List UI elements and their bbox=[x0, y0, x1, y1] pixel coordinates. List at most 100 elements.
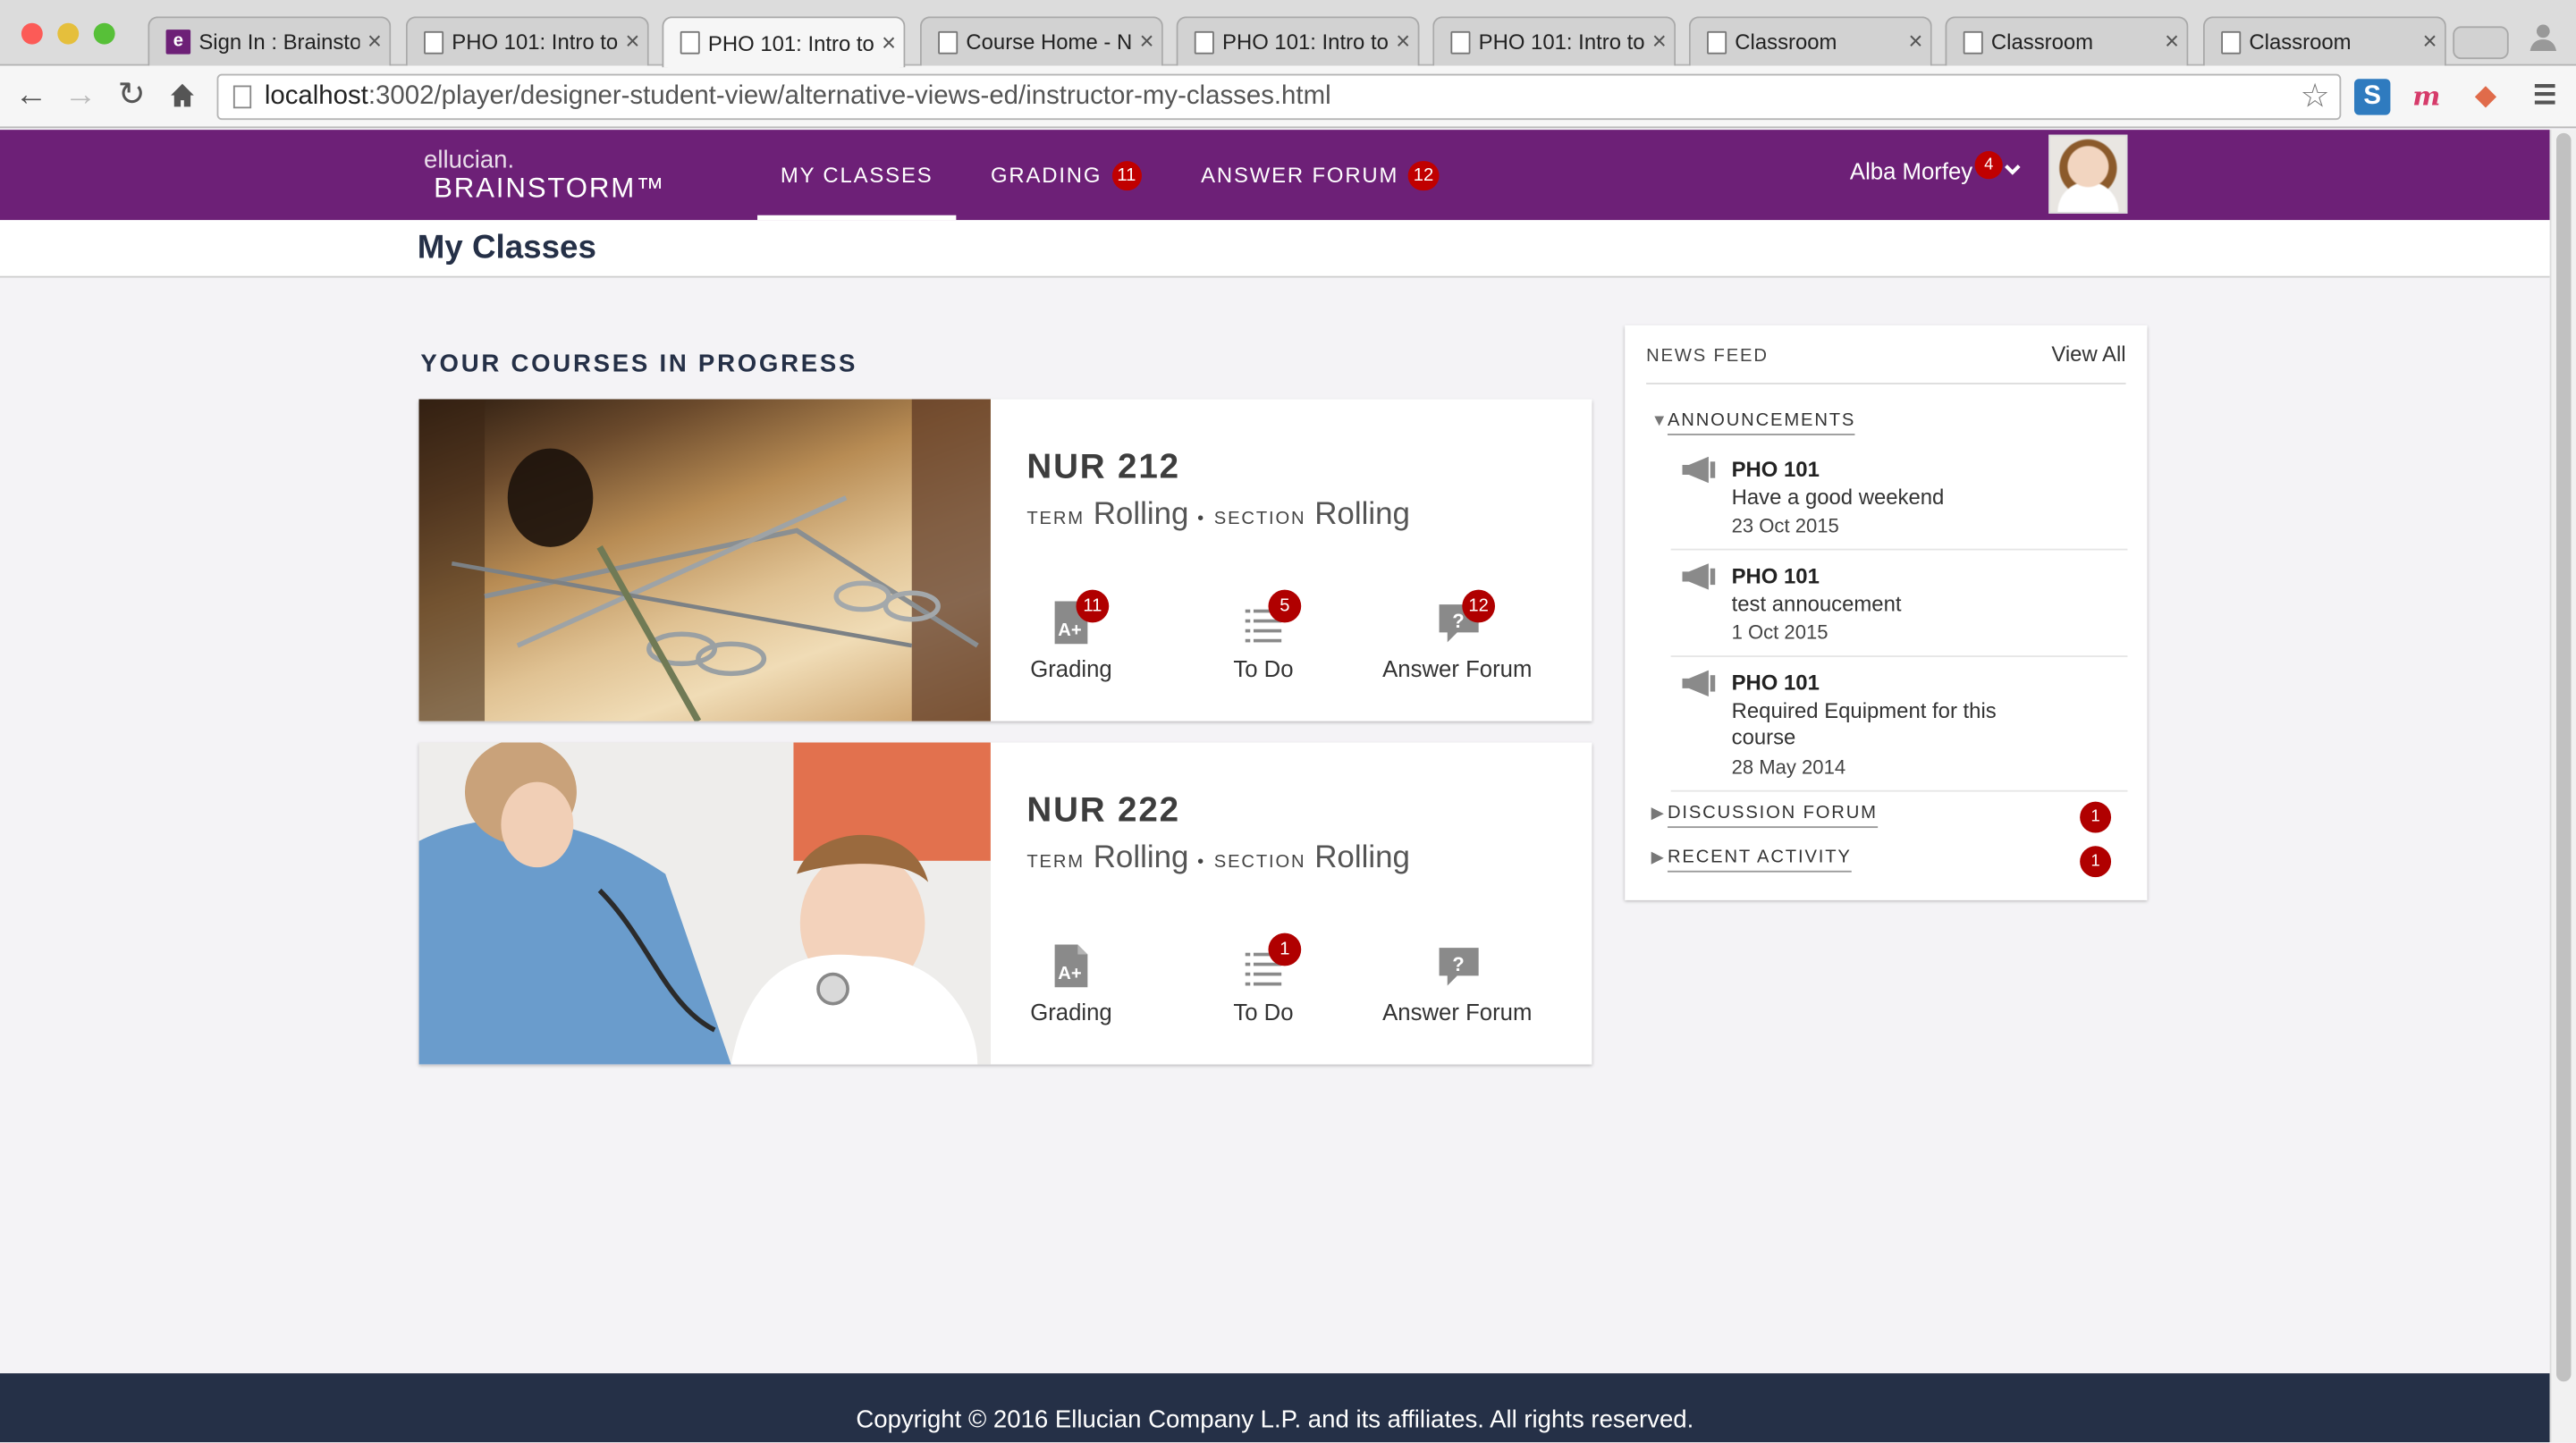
nav-grading[interactable]: GRADING 11 bbox=[991, 130, 1142, 220]
browser-tab[interactable]: PHO 101: Intro to × bbox=[1176, 16, 1420, 66]
scrollbar-thumb[interactable] bbox=[2555, 132, 2572, 1382]
extension-m-icon[interactable]: m bbox=[2409, 79, 2445, 114]
news-feed-title: NEWS FEED bbox=[1646, 346, 1769, 367]
news-feed-header: NEWS FEED View All bbox=[1646, 342, 2126, 384]
answer-forum-count-badge: 12 bbox=[1408, 160, 1439, 190]
back-arrow-icon[interactable]: ← bbox=[12, 76, 51, 115]
close-icon[interactable]: × bbox=[618, 28, 647, 55]
close-icon[interactable]: × bbox=[2415, 28, 2445, 55]
grading-action[interactable]: A+ Grading bbox=[981, 943, 1161, 1025]
page-icon bbox=[424, 30, 444, 54]
page-icon bbox=[938, 30, 959, 54]
todo-action[interactable]: 1 To Do bbox=[1173, 932, 1354, 1025]
home-icon[interactable] bbox=[163, 76, 202, 115]
announcement-course: PHO 101 bbox=[1731, 670, 1820, 696]
close-window-button[interactable] bbox=[21, 22, 43, 45]
browser-tab[interactable]: PHO 101: Intro to × bbox=[1432, 16, 1677, 66]
browser-tab[interactable]: Classroom × bbox=[1945, 16, 2189, 66]
tab-title: Classroom bbox=[1735, 30, 1837, 55]
discussion-forum-toggle[interactable]: DISCUSSION FORUM bbox=[1667, 803, 1878, 829]
address-bar[interactable]: localhost:3002/player/designer-student-v… bbox=[216, 73, 2342, 121]
new-tab-button[interactable] bbox=[2453, 26, 2509, 60]
close-icon[interactable]: × bbox=[1389, 28, 1418, 55]
page-icon bbox=[1194, 30, 1214, 54]
term-value: Rolling bbox=[1093, 840, 1189, 876]
brainstorm-logo[interactable]: ellucian. BRAINSTORM™ bbox=[424, 148, 665, 202]
page-scrollbar[interactable] bbox=[2549, 130, 2576, 1443]
todo-action[interactable]: 5 To Do bbox=[1173, 589, 1354, 682]
browser-tab[interactable]: Classroom × bbox=[1688, 16, 1932, 66]
browser-tab[interactable]: PHO 101: Intro to × bbox=[405, 16, 649, 66]
forward-arrow-icon[interactable]: → bbox=[61, 76, 100, 115]
tab-title: PHO 101: Intro to bbox=[452, 30, 618, 55]
svg-text:A+: A+ bbox=[1058, 964, 1081, 983]
grading-action[interactable]: A+ 11 Grading bbox=[981, 589, 1161, 682]
nav-my-classes[interactable]: MY CLASSES bbox=[757, 130, 957, 221]
bookmark-star-icon[interactable]: ☆ bbox=[2300, 76, 2329, 119]
tab-title: PHO 101: Intro to bbox=[1478, 30, 1645, 55]
tab-title: Sign In : Brainstorm bbox=[198, 30, 359, 55]
page-icon bbox=[232, 85, 252, 109]
announcement-item[interactable]: PHO 101 Required Equipment for this cour… bbox=[1670, 670, 2128, 792]
announcement-text: Have a good weekend bbox=[1731, 485, 1945, 510]
close-icon[interactable]: × bbox=[874, 29, 903, 56]
answer-forum-action[interactable]: ? Answer Forum bbox=[1367, 943, 1548, 1025]
browser-tab[interactable]: Course Home - N × bbox=[919, 16, 1163, 66]
screen: eSign In : Brainstorm×PHO 101: Intro to×… bbox=[0, 0, 2576, 1443]
tab-title: Course Home - N bbox=[966, 30, 1132, 55]
reload-icon[interactable]: ↻ bbox=[112, 76, 151, 115]
megaphone-icon bbox=[1681, 456, 1717, 484]
todo-list-icon: 1 bbox=[1244, 932, 1302, 989]
meta-separator: • bbox=[1197, 509, 1206, 529]
caret-down-icon[interactable]: ▼ bbox=[1651, 412, 1668, 430]
course-code[interactable]: NUR 222 bbox=[1026, 792, 1180, 831]
grading-count-badge: 11 bbox=[1076, 589, 1110, 623]
caret-right-icon[interactable]: ▶ bbox=[1651, 849, 1664, 867]
action-label: Answer Forum bbox=[1382, 655, 1533, 682]
minimize-window-button[interactable] bbox=[57, 22, 80, 45]
question-bubble-icon: ? 12 bbox=[1438, 589, 1496, 646]
ellucian-e-icon: e bbox=[165, 30, 191, 55]
user-name[interactable]: Alba Morfey bbox=[1850, 157, 1972, 183]
action-label: To Do bbox=[1233, 655, 1294, 682]
menu-icon[interactable]: ☰ bbox=[2527, 79, 2563, 114]
logo-line2: BRAINSTORM™ bbox=[434, 172, 666, 204]
course-image-surgical-tools[interactable] bbox=[418, 399, 991, 722]
answer-forum-action[interactable]: ? 12 Answer Forum bbox=[1367, 589, 1548, 682]
extension-s-icon[interactable]: S bbox=[2353, 79, 2391, 115]
chevron-down-icon[interactable] bbox=[2005, 157, 2021, 182]
caret-right-icon[interactable]: ▶ bbox=[1651, 805, 1664, 823]
recent-activity-toggle[interactable]: RECENT ACTIVITY bbox=[1667, 848, 1852, 873]
browser-tab[interactable]: e Sign In : Brainstorm× bbox=[148, 16, 392, 66]
browser-tab[interactable]: Classroom × bbox=[2202, 16, 2446, 66]
nav-label: MY CLASSES bbox=[780, 162, 933, 188]
notification-badge: 4 bbox=[1974, 151, 2003, 180]
close-icon[interactable]: × bbox=[1644, 28, 1674, 55]
course-code[interactable]: NUR 212 bbox=[1026, 449, 1180, 488]
course-meta: TERM Rolling • SECTION Rolling bbox=[1026, 841, 1410, 877]
svg-text:?: ? bbox=[1452, 953, 1464, 975]
nav-answer-forum[interactable]: ANSWER FORUM 12 bbox=[1201, 130, 1439, 220]
page-icon bbox=[680, 30, 700, 55]
announcement-course: PHO 101 bbox=[1731, 456, 1820, 482]
maximize-window-button[interactable] bbox=[93, 22, 115, 45]
avatar[interactable] bbox=[2048, 134, 2128, 214]
course-card-nur-222[interactable]: NUR 222 TERM Rolling • SECTION Rolling A… bbox=[418, 742, 1592, 1065]
profile-icon[interactable] bbox=[2527, 20, 2560, 53]
course-image-nurse-child[interactable] bbox=[418, 742, 991, 1065]
section-label: SECTION bbox=[1213, 852, 1306, 873]
close-icon[interactable]: × bbox=[1132, 28, 1161, 55]
close-icon[interactable]: × bbox=[359, 28, 389, 55]
grade-document-icon: A+ bbox=[1052, 943, 1091, 989]
view-all-link[interactable]: View All bbox=[2051, 342, 2125, 367]
extension-diamond-icon[interactable]: ◆ bbox=[2468, 79, 2504, 114]
term-value: Rolling bbox=[1093, 497, 1189, 533]
svg-text:?: ? bbox=[1452, 610, 1464, 632]
close-icon[interactable]: × bbox=[2158, 28, 2187, 55]
close-icon[interactable]: × bbox=[1901, 28, 1930, 55]
announcement-item[interactable]: PHO 101 test annoucement 1 Oct 2015 bbox=[1670, 563, 2128, 657]
announcements-toggle[interactable]: ANNOUNCEMENTS bbox=[1667, 410, 1856, 435]
browser-tab[interactable]: PHO 101: Intro to × bbox=[662, 16, 906, 68]
announcement-item[interactable]: PHO 101 Have a good weekend 23 Oct 2015 bbox=[1670, 456, 2128, 551]
course-card-nur-212[interactable]: NUR 212 TERM Rolling • SECTION Rolling A… bbox=[418, 399, 1592, 722]
